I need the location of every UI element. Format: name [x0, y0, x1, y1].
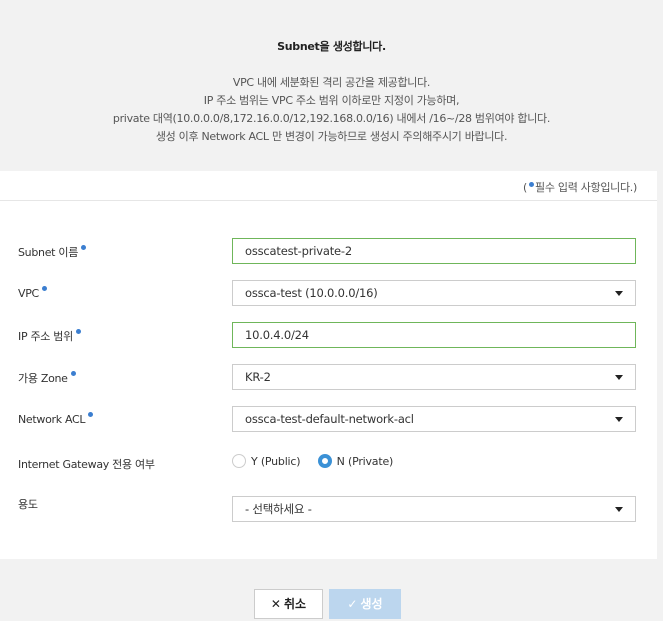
chevron-down-icon: [615, 417, 623, 422]
network-acl-selected-value: ossca-test-default-network-acl: [245, 412, 414, 426]
required-dot-icon: [529, 182, 535, 187]
dialog-actions: ✕ 취소 ✓ 생성: [0, 588, 663, 619]
igw-radio-private[interactable]: N (Private): [317, 454, 394, 468]
required-dot-icon: [81, 245, 87, 250]
required-dot-icon: [41, 286, 47, 291]
subnet-name-label: Subnet 이름: [18, 244, 87, 260]
dialog-title: Subnet을 생성합니다.: [277, 40, 386, 53]
usage-label: 용도: [18, 498, 38, 511]
check-icon: ✓: [347, 597, 358, 611]
ip-range-input-wrap: [232, 322, 636, 348]
dialog-description: VPC 내에 세분화된 격리 공간을 제공합니다. IP 주소 범위는 VPC …: [0, 74, 663, 146]
chevron-down-icon: [615, 291, 623, 296]
divider: [0, 200, 657, 201]
ip-range-input[interactable]: [245, 323, 623, 347]
subnet-form: (필수 입력 사항입니다.) Subnet 이름 VPC ossca-test …: [0, 171, 657, 559]
igw-radio-public[interactable]: Y (Public): [232, 454, 301, 468]
zone-label: 가용 Zone: [18, 370, 77, 386]
chevron-down-icon: [615, 507, 623, 512]
cancel-button[interactable]: ✕ 취소: [254, 589, 323, 619]
subnet-name-input[interactable]: [245, 239, 623, 263]
network-acl-select[interactable]: ossca-test-default-network-acl: [232, 406, 636, 432]
required-dot-icon: [70, 371, 76, 376]
igw-radio-private-label: N (Private): [336, 455, 394, 468]
description-line: VPC 내에 세분화된 격리 공간을 제공합니다.: [232, 76, 431, 89]
igw-radio-group: Y (Public) N (Private): [232, 454, 407, 468]
required-dot-icon: [75, 329, 81, 334]
igw-label: Internet Gateway 전용 여부: [18, 458, 155, 471]
igw-row: Internet Gateway 전용 여부 Y (Public) N (Pri…: [0, 450, 657, 476]
description-line: IP 주소 범위는 VPC 주소 범위 이하로만 지정이 가능하며,: [203, 94, 460, 107]
usage-select[interactable]: - 선택하세요 -: [232, 496, 636, 522]
igw-radio-public-label: Y (Public): [251, 455, 301, 468]
zone-selected-value: KR-2: [245, 370, 271, 384]
network-acl-label: Network ACL: [18, 412, 94, 426]
ip-range-label: IP 주소 범위: [18, 328, 82, 344]
zone-select[interactable]: KR-2: [232, 364, 636, 390]
subnet-name-row: Subnet 이름: [0, 238, 657, 264]
usage-row: 용도 - 선택하세요 -: [0, 496, 657, 522]
vpc-selected-value: ossca-test (10.0.0.0/16): [245, 286, 378, 300]
zone-row: 가용 Zone KR-2: [0, 364, 657, 390]
close-icon: ✕: [270, 597, 281, 611]
vpc-row: VPC ossca-test (10.0.0.0/16): [0, 280, 657, 306]
description-line: private 대역(10.0.0.0/8,172.16.0.0/12,192.…: [112, 112, 551, 125]
chevron-down-icon: [615, 375, 623, 380]
network-acl-row: Network ACL ossca-test-default-network-a…: [0, 406, 657, 432]
required-dot-icon: [88, 412, 94, 417]
description-line: 생성 이후 Network ACL 만 변경이 가능하므로 생성시 주의해주시기…: [155, 130, 508, 143]
create-button[interactable]: ✓ 생성: [329, 589, 401, 619]
subnet-name-input-wrap: [232, 238, 636, 264]
ip-range-row: IP 주소 범위: [0, 322, 657, 348]
required-note: (필수 입력 사항입니다.): [523, 181, 637, 194]
dialog-header: Subnet을 생성합니다. VPC 내에 세분화된 격리 공간을 제공합니다.…: [0, 0, 663, 171]
radio-unchecked-icon: [232, 454, 246, 468]
vpc-label: VPC: [18, 286, 48, 300]
usage-selected-value: - 선택하세요 -: [245, 502, 312, 516]
radio-checked-icon: [317, 454, 332, 468]
vpc-select[interactable]: ossca-test (10.0.0.0/16): [232, 280, 636, 306]
